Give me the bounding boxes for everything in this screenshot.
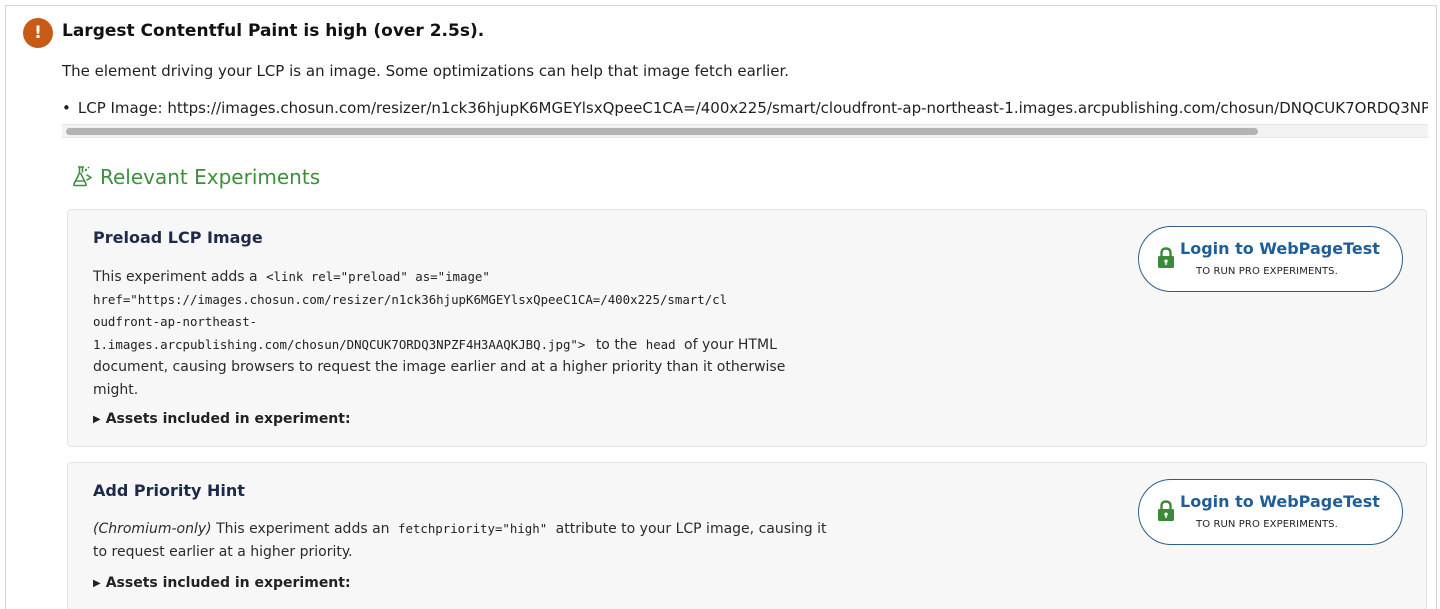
bullet: • <box>62 99 71 117</box>
lcp-image-scroll-area[interactable]: • LCP Image: https://images.chosun.com/re… <box>62 94 1428 142</box>
experiment-description: This experiment adds a <link rel="preloa… <box>93 269 786 398</box>
lcp-image-url: https://images.chosun.com/resizer/n1ck36… <box>167 99 1428 117</box>
disclosure-triangle-icon: ▶ <box>93 578 101 589</box>
lcp-audit-panel: ! Largest Contentful Paint is high (over… <box>5 5 1437 609</box>
code-snippet: head <box>645 336 676 352</box>
experiment-title: Preload LCP Image <box>93 228 263 247</box>
experiment-card-priority-hint: Add Priority Hint (Chromium-only) This e… <box>67 462 1427 609</box>
code-snippet: oudfront-ap-northeast- <box>93 314 258 329</box>
experiment-title: Add Priority Hint <box>93 481 245 500</box>
experiments-heading: Relevant Experiments <box>70 164 320 189</box>
scrollbar-thumb[interactable] <box>66 128 1258 135</box>
login-button-title: Login to WebPageTest <box>1180 492 1380 511</box>
login-button-subtitle: TO RUN PRO EXPERIMENTS. <box>1196 266 1338 277</box>
lcp-image-item: • LCP Image: https://images.chosun.com/re… <box>62 99 1428 117</box>
warning-icon: ! <box>23 18 53 48</box>
experiment-card-preload-lcp: Preload LCP Image This experiment adds a… <box>67 209 1427 447</box>
alert-description: The element driving your LCP is an image… <box>62 62 790 80</box>
lcp-image-label: LCP Image: <box>77 99 168 117</box>
code-snippet: <link rel="preload" as="image" <box>266 269 490 284</box>
login-button-title: Login to WebPageTest <box>1180 239 1380 258</box>
horizontal-scrollbar[interactable] <box>62 124 1428 138</box>
alert-title: Largest Contentful Paint is high (over 2… <box>62 21 485 41</box>
login-button-subtitle: TO RUN PRO EXPERIMENTS. <box>1196 519 1338 530</box>
flask-icon <box>73 166 92 187</box>
login-button[interactable]: Login to WebPageTest TO RUN PRO EXPERIME… <box>1138 479 1403 545</box>
experiments-heading-label: Relevant Experiments <box>100 165 321 189</box>
login-button[interactable]: Login to WebPageTest TO RUN PRO EXPERIME… <box>1138 226 1403 292</box>
experiment-description: (Chromium-only) This experiment adds an … <box>93 521 827 560</box>
code-snippet: fetchpriority="high" <box>397 521 548 536</box>
code-snippet: 1.images.arcpublishing.com/chosun/DNQCUK… <box>93 336 586 352</box>
lock-icon <box>1158 500 1174 521</box>
disclosure-triangle-icon: ▶ <box>93 414 101 425</box>
assets-disclosure[interactable]: ▶ Assets included in experiment: <box>93 575 351 591</box>
code-snippet: href="https://images.chosun.com/resizer/… <box>93 291 728 307</box>
lock-icon <box>1158 247 1174 268</box>
assets-disclosure[interactable]: ▶ Assets included in experiment: <box>93 411 351 427</box>
